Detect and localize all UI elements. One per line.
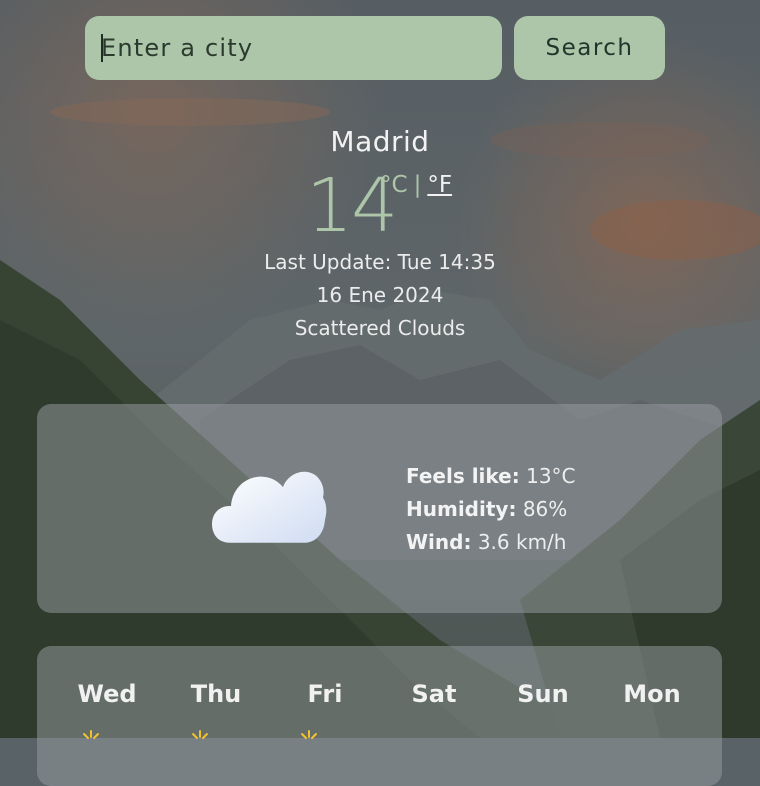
day-name: Sun [517,680,569,708]
current-weather: Madrid 14 °C | °F Last Update: Tue 14:35 1… [0,122,760,345]
wind-value: 3.6 km/h [477,530,567,554]
wind-row: Wind: 3.6 km/h [406,526,666,559]
humidity-label: Humidity: [406,497,517,521]
day-name: Wed [77,680,137,708]
sun-icon [83,730,99,739]
weather-condition: Scattered Clouds [294,316,466,340]
day-name: Sat [411,680,457,708]
temperature-row: 14 °C | °F [0,166,760,246]
unit-toggle: °C | °F [380,172,452,198]
humidity-row: Humidity: 86% [406,493,666,526]
forecast-day-sun: Sun [488,678,598,710]
forecast-day-mon: Mon [597,678,707,710]
unit-separator: | [413,172,422,198]
search-bar: Search [85,16,665,80]
forecast-day-thu: Thu [161,678,271,710]
weather-details: Feels like: 13°C Humidity: 86% Wind: 3.6… [406,460,666,559]
wind-label: Wind: [406,530,472,554]
city-search-input[interactable] [85,16,502,80]
search-button[interactable]: Search [514,16,665,80]
cloud-icon [212,471,327,543]
sun-icon [301,730,317,739]
forecast-day-wed: Wed [52,678,162,710]
fahrenheit-link[interactable]: °F [427,172,452,198]
forecast-day-sat: Sat [379,678,489,710]
day-name: Thu [190,680,242,708]
city-name: Madrid [330,125,430,158]
feels-like-row: Feels like: 13°C [406,460,666,493]
forecast-card [37,646,722,786]
forecast-day-fri: Fri [270,678,380,710]
text-caret [101,34,103,62]
humidity-value: 86% [522,497,568,521]
last-update: Last Update: Tue 14:35 [264,250,496,274]
background-landscape [0,0,760,738]
day-name: Mon [623,680,681,708]
feels-like-label: Feels like: [406,464,520,488]
day-name: Fri [307,680,343,708]
feels-like-value: 13°C [526,464,576,488]
current-date: 16 Ene 2024 [316,283,444,307]
sun-icon [192,730,208,739]
celsius-unit[interactable]: °C [380,172,408,198]
